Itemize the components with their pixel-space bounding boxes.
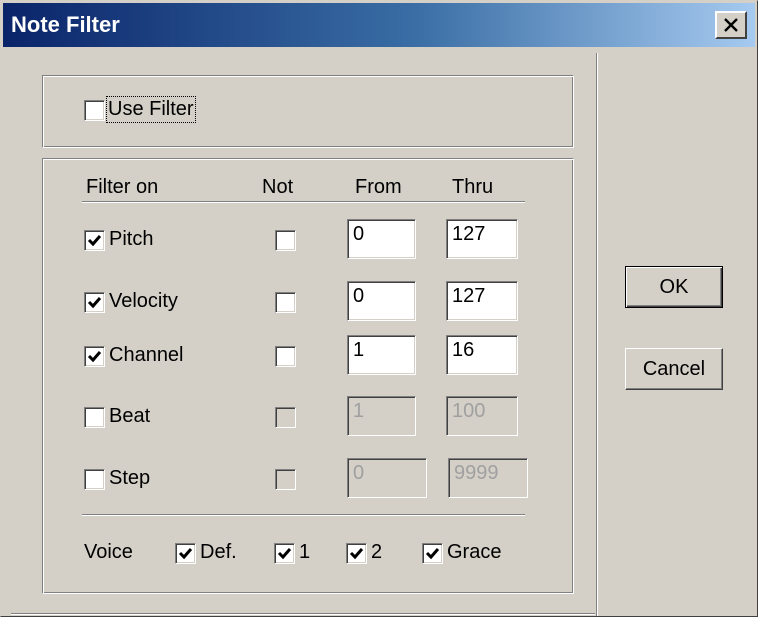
voice-grace-checkbox[interactable] bbox=[422, 543, 443, 564]
window-title: Note Filter bbox=[11, 12, 120, 37]
checkmark-icon bbox=[277, 548, 292, 560]
thru-velocity-field-value: 127 bbox=[452, 285, 486, 307]
ok-button[interactable]: OK bbox=[625, 266, 723, 308]
filter-channel-checkbox[interactable] bbox=[84, 346, 105, 367]
checkmark-icon bbox=[87, 297, 102, 309]
from-velocity-field-value: 0 bbox=[353, 285, 365, 307]
from-step-field-value: 0 bbox=[353, 462, 365, 484]
voice-def-label: Def. bbox=[200, 541, 237, 563]
voice-2-label: 2 bbox=[371, 541, 383, 563]
column-header-filter-on: Filter on bbox=[86, 176, 159, 198]
not-channel-checkbox[interactable] bbox=[275, 346, 296, 367]
thru-beat-field-value: 100 bbox=[452, 400, 486, 422]
not-pitch-checkbox[interactable] bbox=[275, 230, 296, 251]
thru-pitch-field-value: 127 bbox=[452, 223, 486, 245]
filter-velocity-label: Velocity bbox=[109, 290, 178, 312]
thru-pitch-field[interactable]: 127 bbox=[446, 219, 518, 259]
not-beat-checkbox[interactable] bbox=[275, 407, 296, 428]
header-underline bbox=[82, 201, 525, 203]
voice-2-checkbox[interactable] bbox=[346, 543, 367, 564]
filter-velocity-checkbox[interactable] bbox=[84, 292, 105, 313]
use-filter-label[interactable]: Use Filter bbox=[106, 96, 196, 123]
voice-1-checkbox[interactable] bbox=[274, 543, 295, 564]
checkmark-icon bbox=[87, 351, 102, 363]
column-header-not: Not bbox=[262, 176, 294, 198]
dialog-vertical-divider bbox=[596, 53, 598, 616]
thru-step-field[interactable]: 9999 bbox=[448, 458, 528, 498]
not-velocity-checkbox[interactable] bbox=[275, 292, 296, 313]
not-step-checkbox[interactable] bbox=[275, 469, 296, 490]
title-bar[interactable]: Note Filter bbox=[3, 3, 755, 47]
from-channel-field[interactable]: 1 bbox=[347, 335, 416, 375]
use-filter-checkbox[interactable] bbox=[84, 100, 105, 121]
from-beat-field-value: 1 bbox=[353, 400, 365, 422]
voice-1-label: 1 bbox=[299, 541, 311, 563]
close-button[interactable] bbox=[715, 11, 747, 39]
voice-label: Voice bbox=[84, 541, 133, 563]
dialog-bottom-divider bbox=[11, 613, 595, 615]
note-filter-dialog: Note Filter Use Filter Filter on Not Fro… bbox=[0, 0, 758, 617]
filter-pitch-label: Pitch bbox=[109, 228, 154, 250]
checkmark-icon bbox=[349, 548, 364, 560]
checkmark-icon bbox=[425, 548, 440, 560]
filter-channel-label: Channel bbox=[109, 344, 184, 366]
from-channel-field-value: 1 bbox=[353, 339, 365, 361]
voice-def-checkbox[interactable] bbox=[175, 543, 196, 564]
filter-pitch-checkbox[interactable] bbox=[84, 230, 105, 251]
cancel-button[interactable]: Cancel bbox=[625, 348, 723, 390]
close-icon bbox=[724, 18, 738, 32]
filter-step-label: Step bbox=[109, 467, 151, 489]
thru-channel-field-value: 16 bbox=[452, 339, 475, 361]
from-pitch-field[interactable]: 0 bbox=[347, 219, 416, 259]
column-header-from: From bbox=[355, 176, 402, 198]
thru-channel-field[interactable]: 16 bbox=[446, 335, 518, 375]
thru-step-field-value: 9999 bbox=[454, 462, 499, 484]
voice-separator bbox=[82, 514, 525, 516]
from-pitch-field-value: 0 bbox=[353, 223, 365, 245]
from-step-field[interactable]: 0 bbox=[347, 458, 427, 498]
from-velocity-field[interactable]: 0 bbox=[347, 281, 416, 321]
voice-grace-label: Grace bbox=[447, 541, 502, 563]
checkmark-icon bbox=[178, 548, 193, 560]
thru-beat-field[interactable]: 100 bbox=[446, 396, 518, 436]
filter-beat-checkbox[interactable] bbox=[84, 407, 105, 428]
column-header-thru: Thru bbox=[452, 176, 494, 198]
thru-velocity-field[interactable]: 127 bbox=[446, 281, 518, 321]
filter-beat-label: Beat bbox=[109, 405, 151, 427]
filter-step-checkbox[interactable] bbox=[84, 469, 105, 490]
checkmark-icon bbox=[87, 235, 102, 247]
from-beat-field[interactable]: 1 bbox=[347, 396, 416, 436]
